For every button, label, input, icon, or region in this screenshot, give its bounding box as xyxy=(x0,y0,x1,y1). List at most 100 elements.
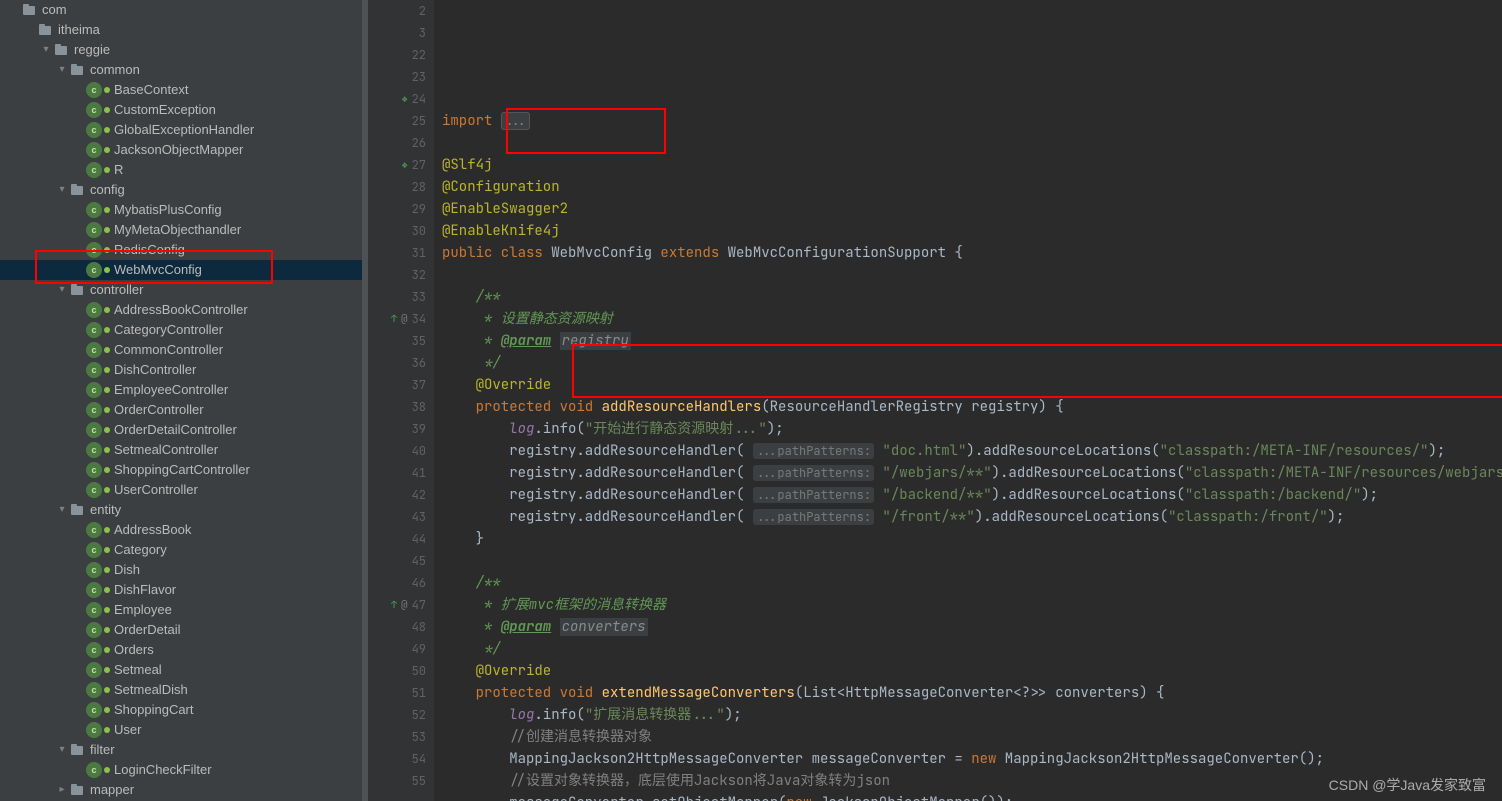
tree-row-setmealcontroller[interactable]: SetmealController xyxy=(0,440,368,460)
tree-row-orderdetail[interactable]: OrderDetail xyxy=(0,620,368,640)
code-line-42[interactable]: /** xyxy=(442,572,1502,594)
code-line-33[interactable]: @Override xyxy=(442,374,1502,396)
code-area[interactable]: import ... @Slf4j@Configuration@EnableSwa… xyxy=(434,0,1502,801)
tree-row-reggie[interactable]: ▾ reggie xyxy=(0,40,368,60)
tree-row-controller[interactable]: ▾controller xyxy=(0,280,368,300)
tree-row-shoppingcartcontroller[interactable]: ShoppingCartController xyxy=(0,460,368,480)
code-line-22[interactable] xyxy=(442,132,1502,154)
tree-row-addressbook[interactable]: AddressBook xyxy=(0,520,368,540)
code-line-43[interactable]: * 扩展mvc框架的消息转换器 xyxy=(442,594,1502,616)
chevron-icon[interactable]: ▾ xyxy=(56,500,68,520)
tree-row-usercontroller[interactable]: UserController xyxy=(0,480,368,500)
code-line-31[interactable]: * @param registry xyxy=(442,330,1502,352)
code-line-29[interactable]: /** xyxy=(442,286,1502,308)
code-line-3[interactable]: import ... xyxy=(442,110,1502,132)
class-icon xyxy=(86,762,102,778)
chevron-icon[interactable]: ▾ xyxy=(56,180,68,200)
code-line-28[interactable] xyxy=(442,264,1502,286)
code-line-40[interactable]: } xyxy=(442,528,1502,550)
chevron-icon[interactable]: ▾ xyxy=(40,40,52,60)
tree-row-commoncontroller[interactable]: CommonController xyxy=(0,340,368,360)
override-icon[interactable]: @ xyxy=(401,308,408,330)
tree-row-r[interactable]: R xyxy=(0,160,368,180)
tree-row-employeecontroller[interactable]: EmployeeController xyxy=(0,380,368,400)
code-line-30[interactable]: * 设置静态资源映射 xyxy=(442,308,1502,330)
tree-row-setmealdish[interactable]: SetmealDish xyxy=(0,680,368,700)
tree-row-category[interactable]: Category xyxy=(0,540,368,560)
tree-row-mymetaobjecthandler[interactable]: MyMetaObjecthandler xyxy=(0,220,368,240)
code-line-41[interactable] xyxy=(442,550,1502,572)
code-line-44[interactable]: * @param converters xyxy=(442,616,1502,638)
tree-row-entity[interactable]: ▾entity xyxy=(0,500,368,520)
override-icon[interactable]: @ xyxy=(401,594,408,616)
code-line-27[interactable]: public class WebMvcConfig extends WebMvc… xyxy=(442,242,1502,264)
code-line-39[interactable]: registry.addResourceHandler( ...pathPatt… xyxy=(442,506,1502,528)
tree-row-globalexceptionhandler[interactable]: GlobalExceptionHandler xyxy=(0,120,368,140)
line-number: 29 xyxy=(412,198,426,220)
tree-label: reggie xyxy=(74,40,110,60)
run-gutter-icon[interactable]: ❖ xyxy=(402,154,408,176)
code-line-50[interactable]: MappingJackson2HttpMessageConverter mess… xyxy=(442,748,1502,770)
spring-bean-indicator-icon xyxy=(104,367,110,373)
code-line-35[interactable]: log.info("开始进行静态资源映射..."); xyxy=(442,418,1502,440)
tree-row-webmvcconfig[interactable]: WebMvcConfig xyxy=(0,260,368,280)
override-up-icon[interactable]: ↑ xyxy=(391,308,397,330)
tree-row-customexception[interactable]: CustomException xyxy=(0,100,368,120)
tree-row-user[interactable]: User xyxy=(0,720,368,740)
tree-row-jacksonobjectmapper[interactable]: JacksonObjectMapper xyxy=(0,140,368,160)
tree-row-filter[interactable]: ▾filter xyxy=(0,740,368,760)
line-number: 33 xyxy=(412,286,426,308)
code-line-48[interactable]: log.info("扩展消息转换器..."); xyxy=(442,704,1502,726)
tree-row-dishcontroller[interactable]: DishController xyxy=(0,360,368,380)
code-line-47[interactable]: protected void extendMessageConverters(L… xyxy=(442,682,1502,704)
tree-row-logincheckfilter[interactable]: LoginCheckFilter xyxy=(0,760,368,780)
tree-label: mapper xyxy=(90,780,134,800)
tree-row-mybatisplusconfig[interactable]: MybatisPlusConfig xyxy=(0,200,368,220)
line-number: 39 xyxy=(412,418,426,440)
code-line-32[interactable]: */ xyxy=(442,352,1502,374)
code-line-36[interactable]: registry.addResourceHandler( ...pathPatt… xyxy=(442,440,1502,462)
tree-row-common[interactable]: ▾common xyxy=(0,60,368,80)
chevron-icon[interactable]: ▸ xyxy=(56,780,68,800)
tree-row-dishflavor[interactable]: DishFlavor xyxy=(0,580,368,600)
tree-label: CommonController xyxy=(114,340,223,360)
class-icon xyxy=(86,662,102,678)
code-line-45[interactable]: */ xyxy=(442,638,1502,660)
code-line-46[interactable]: @Override xyxy=(442,660,1502,682)
class-icon xyxy=(86,582,102,598)
code-line-25[interactable]: @EnableSwagger2 xyxy=(442,198,1502,220)
tree-row-addressbookcontroller[interactable]: AddressBookController xyxy=(0,300,368,320)
spring-bean-indicator-icon xyxy=(104,447,110,453)
code-line-24[interactable]: @Configuration xyxy=(442,176,1502,198)
chevron-icon[interactable]: ▾ xyxy=(56,60,68,80)
tree-row-shoppingcart[interactable]: ShoppingCart xyxy=(0,700,368,720)
code-line-23[interactable]: @Slf4j xyxy=(442,154,1502,176)
line-number: 40 xyxy=(412,440,426,462)
tree-row-mapper[interactable]: ▸ mapper xyxy=(0,780,368,800)
tree-row-employee[interactable]: Employee xyxy=(0,600,368,620)
tree-row-orderdetailcontroller[interactable]: OrderDetailController xyxy=(0,420,368,440)
chevron-icon[interactable]: ▾ xyxy=(56,740,68,760)
tree-row-basecontext[interactable]: BaseContext xyxy=(0,80,368,100)
code-editor[interactable]: 232223❖242526❖27282930313233↑@3435363738… xyxy=(368,0,1502,801)
code-line-26[interactable]: @EnableKnife4j xyxy=(442,220,1502,242)
code-line-34[interactable]: protected void addResourceHandlers(Resou… xyxy=(442,396,1502,418)
tree-row-categorycontroller[interactable]: CategoryController xyxy=(0,320,368,340)
code-line-2[interactable] xyxy=(442,88,1502,110)
code-line-37[interactable]: registry.addResourceHandler( ...pathPatt… xyxy=(442,462,1502,484)
tree-label: OrderDetail xyxy=(114,620,180,640)
chevron-icon[interactable]: ▾ xyxy=(56,280,68,300)
tree-row-itheima[interactable]: itheima xyxy=(0,20,368,40)
tree-row-ordercontroller[interactable]: OrderController xyxy=(0,400,368,420)
tree-row-redisconfig[interactable]: RedisConfig xyxy=(0,240,368,260)
tree-row-orders[interactable]: Orders xyxy=(0,640,368,660)
tree-label: AddressBookController xyxy=(114,300,248,320)
tree-row-config[interactable]: ▾config xyxy=(0,180,368,200)
code-line-38[interactable]: registry.addResourceHandler( ...pathPatt… xyxy=(442,484,1502,506)
tree-row-setmeal[interactable]: Setmeal xyxy=(0,660,368,680)
code-line-49[interactable]: //创建消息转换器对象 xyxy=(442,726,1502,748)
class-icon xyxy=(86,682,102,698)
tree-row-com[interactable]: com xyxy=(0,0,368,20)
override-up-icon[interactable]: ↑ xyxy=(391,594,397,616)
tree-row-dish[interactable]: Dish xyxy=(0,560,368,580)
